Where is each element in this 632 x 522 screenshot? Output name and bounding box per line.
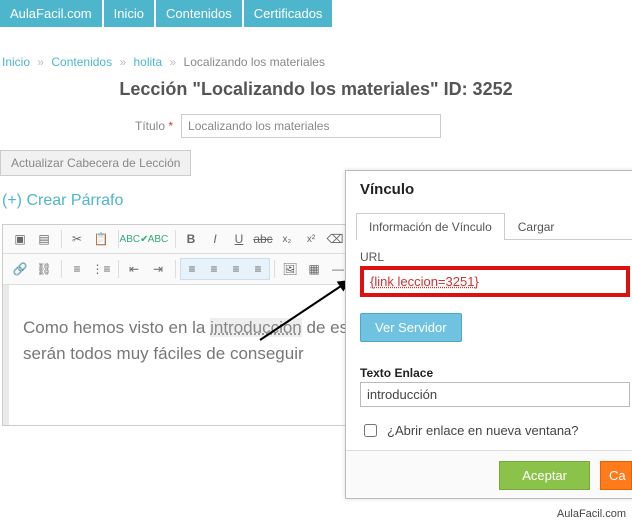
cancel-button[interactable]: Ca — [600, 461, 632, 490]
image-icon[interactable]: 🖼 — [279, 259, 301, 279]
dialog-body: URL {link leccion=3251} Ver Servidor Tex… — [346, 250, 632, 450]
spellcheck2-icon[interactable]: ABC — [147, 229, 169, 249]
align-left-icon[interactable]: ≡ — [181, 259, 203, 279]
unlink-icon[interactable]: ⛓ — [33, 259, 55, 279]
underline-icon[interactable]: U — [228, 229, 250, 249]
tab-info[interactable]: Información de Vínculo — [356, 213, 505, 240]
ver-servidor-button[interactable]: Ver Servidor — [360, 313, 462, 342]
crumb-current: Localizando los materiales — [184, 55, 325, 69]
cut-icon[interactable]: ✂ — [66, 229, 88, 249]
nav-brand[interactable]: AulaFacil.com — [0, 0, 102, 27]
crumb-holita[interactable]: holita — [133, 55, 162, 69]
link-dialog: Vínculo Información de Vínculo Cargar UR… — [345, 170, 632, 499]
paste-icon[interactable]: 📋 — [90, 229, 112, 249]
align-justify-icon[interactable]: ≡ — [247, 259, 269, 279]
source-icon[interactable]: ▣ — [9, 229, 31, 249]
italic-icon[interactable]: I — [204, 229, 226, 249]
editor-text-pre: Como hemos visto en la — [23, 318, 210, 337]
titulo-label-text: Título — [135, 119, 165, 133]
open-new-window-label: ¿Abrir enlace en nueva ventana? — [387, 423, 579, 438]
url-input[interactable]: {link leccion=3251} — [360, 266, 630, 297]
dialog-footer: Aceptar Ca — [346, 450, 632, 498]
dialog-tabs: Información de Vínculo Cargar — [356, 212, 632, 240]
page-title-id: " ID: 3252 — [430, 79, 513, 99]
crumb-sep: » — [170, 55, 177, 69]
titulo-label: Título * — [135, 119, 173, 133]
subscript-icon[interactable]: x₂ — [276, 229, 298, 249]
bulletlist-icon[interactable]: ⋮≡ — [90, 259, 112, 279]
bold-icon[interactable]: B — [180, 229, 202, 249]
texto-enlace-input[interactable] — [360, 382, 630, 407]
nav-contenidos[interactable]: Contenidos — [156, 0, 242, 27]
watermark: AulaFacil.com — [557, 508, 626, 520]
editor-linked-word[interactable]: introducción — [210, 318, 302, 337]
removeformat-icon[interactable]: ⌫ — [324, 229, 346, 249]
tab-upload[interactable]: Cargar — [505, 213, 568, 240]
page-title-prefix: Lección " — [119, 79, 201, 99]
table-icon[interactable]: ▦ — [303, 259, 325, 279]
top-nav: AulaFacil.com Inicio Contenidos Certific… — [0, 0, 632, 27]
spellcheck-icon[interactable]: ABC✔ — [123, 229, 145, 249]
indent-icon[interactable]: ⇥ — [147, 259, 169, 279]
crumb-sep: » — [119, 55, 126, 69]
numlist-icon[interactable]: ≡ — [66, 259, 88, 279]
page-title-name: Localizando los materiales — [201, 79, 430, 99]
required-mark: * — [168, 119, 173, 133]
superscript-icon[interactable]: x² — [300, 229, 322, 249]
url-label: URL — [360, 250, 630, 264]
dialog-title: Vínculo — [346, 171, 632, 206]
titulo-row: Título * — [135, 114, 632, 138]
accept-button[interactable]: Aceptar — [499, 461, 590, 490]
save-icon[interactable]: ▤ — [33, 229, 55, 249]
crumb-inicio[interactable]: Inicio — [2, 55, 30, 69]
nav-certificados[interactable]: Certificados — [244, 0, 333, 27]
breadcrumb: Inicio » Contenidos » holita » Localizan… — [2, 55, 632, 69]
crumb-contenidos[interactable]: Contenidos — [51, 55, 112, 69]
nav-inicio[interactable]: Inicio — [104, 0, 154, 27]
align-right-icon[interactable]: ≡ — [225, 259, 247, 279]
align-center-icon[interactable]: ≡ — [203, 259, 225, 279]
texto-enlace-label: Texto Enlace — [360, 366, 630, 380]
crumb-sep: » — [37, 55, 44, 69]
page-title: Lección "Localizando los materiales" ID:… — [0, 79, 632, 100]
update-header-button[interactable]: Actualizar Cabecera de Lección — [0, 150, 191, 176]
link-icon[interactable]: 🔗 — [9, 259, 31, 279]
outdent-icon[interactable]: ⇤ — [123, 259, 145, 279]
titulo-input[interactable] — [181, 114, 441, 138]
open-new-window-checkbox[interactable] — [364, 424, 377, 437]
strike-icon[interactable]: abc — [252, 229, 274, 249]
